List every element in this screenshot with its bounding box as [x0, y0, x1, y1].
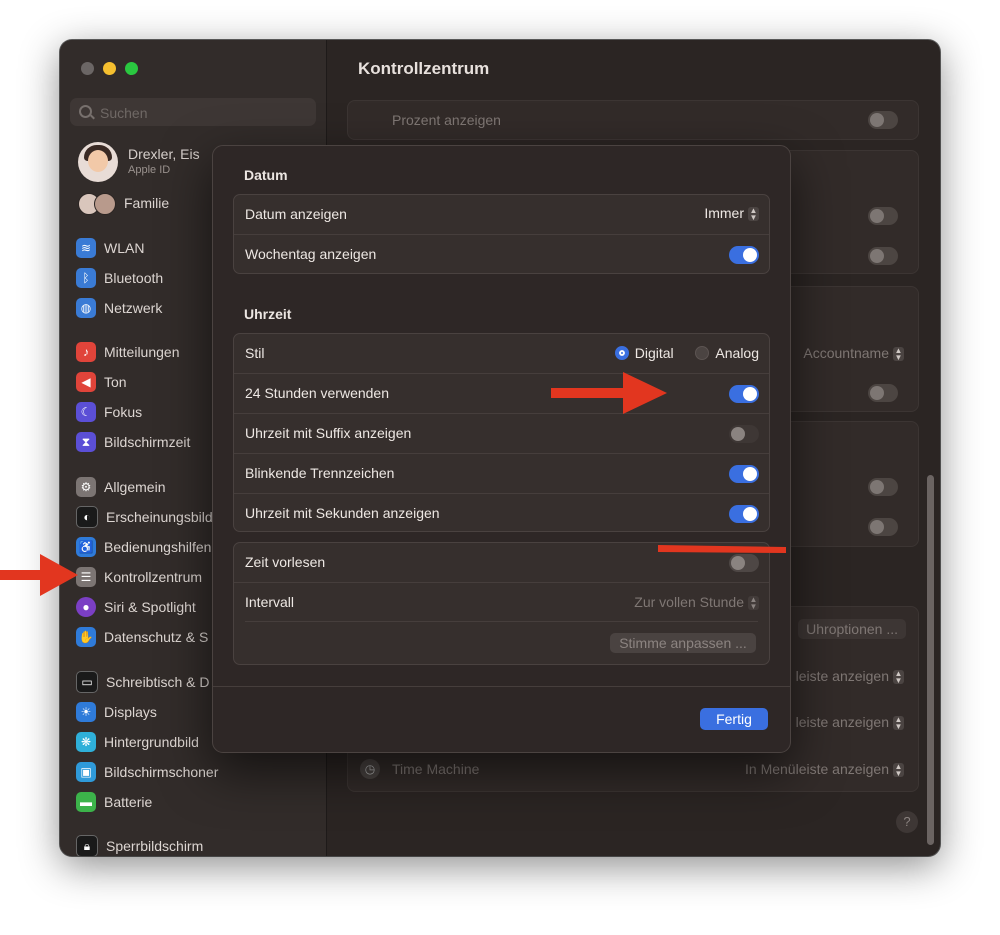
- zoom-window-button[interactable]: [125, 62, 138, 75]
- profile-name[interactable]: Drexler, Eis: [128, 146, 200, 162]
- interval-label: Intervall: [245, 594, 295, 610]
- globe-icon: ◍: [76, 298, 96, 318]
- use-24h-label: 24 Stunden verwenden: [245, 385, 389, 401]
- seconds-label: Uhrzeit mit Sekunden anzeigen: [245, 505, 440, 521]
- account-select[interactable]: Accountname ▲ ▼: [803, 345, 904, 363]
- help-button[interactable]: ?: [896, 811, 918, 833]
- close-window-button[interactable]: [81, 62, 94, 75]
- row-interval: Intervall Zur vollen Stunde ▲ ▼: [234, 582, 769, 623]
- screensaver-icon: ▣: [76, 762, 96, 782]
- done-button[interactable]: Fertig: [700, 708, 768, 730]
- seconds-toggle[interactable]: [729, 505, 759, 523]
- row-style: Stil Digital Analog: [234, 334, 769, 374]
- setting-toggle[interactable]: [868, 478, 898, 496]
- battery-icon: ▬: [76, 792, 96, 812]
- setting-toggle[interactable]: [868, 247, 898, 265]
- show-weekday-toggle[interactable]: [729, 246, 759, 264]
- moon-icon: ☾: [76, 402, 96, 422]
- appearance-icon: ◐: [76, 506, 98, 528]
- interval-select[interactable]: Zur vollen Stunde ▲ ▼: [634, 594, 759, 612]
- family-avatar-icon: [94, 193, 116, 215]
- radio-selected-icon: [614, 346, 629, 360]
- bluetooth-icon: ᛒ: [76, 268, 96, 288]
- setting-toggle[interactable]: [868, 384, 898, 402]
- sidebar-item-batterie[interactable]: ▬ Batterie: [76, 789, 321, 815]
- customize-voice-button[interactable]: Stimme anpassen ...: [610, 633, 756, 653]
- desktop-icon: ▭: [76, 671, 98, 693]
- sidebar-item-bildschirmschoner[interactable]: ▣ Bildschirmschoner: [76, 759, 321, 785]
- time-machine-icon: ◷: [360, 759, 380, 779]
- red-arrow-icon: [551, 372, 667, 414]
- row-seconds: Uhrzeit mit Sekunden anzeigen: [234, 493, 769, 534]
- time-machine-label: Time Machine: [392, 761, 480, 777]
- search-icon: [79, 105, 92, 118]
- wifi-icon: ≋: [76, 238, 96, 258]
- stepper-icon: ▲ ▼: [893, 669, 904, 686]
- blink-toggle[interactable]: [729, 465, 759, 483]
- percent-label: Prozent anzeigen: [392, 112, 501, 128]
- search-input[interactable]: [98, 98, 302, 128]
- display-icon: ☀: [76, 702, 96, 722]
- date-group: Datum anzeigen Immer ▲ ▼ Wochentag anzeige…: [233, 194, 770, 274]
- show-weekday-label: Wochentag anzeigen: [245, 246, 377, 262]
- red-arrow-icon: [0, 554, 78, 596]
- stepper-icon: ▲ ▼: [748, 595, 759, 612]
- red-line-icon: [658, 545, 786, 553]
- sidebar-item-familie[interactable]: Familie: [124, 195, 169, 211]
- row-show-date: Datum anzeigen Immer ▲ ▼: [234, 195, 769, 235]
- percent-toggle[interactable]: [868, 111, 898, 129]
- menu-bar-select[interactable]: leiste anzeigen ▲ ▼: [796, 714, 904, 732]
- lock-icon: 🔒︎: [76, 835, 98, 856]
- announce-toggle[interactable]: [729, 554, 759, 572]
- row-suffix: Uhrzeit mit Suffix anzeigen: [234, 413, 769, 454]
- hourglass-icon: ⧗: [76, 432, 96, 452]
- scrollbar[interactable]: [927, 475, 934, 845]
- bell-icon: ♪: [76, 342, 96, 362]
- use-24h-toggle[interactable]: [729, 385, 759, 403]
- stepper-icon: ▲ ▼: [893, 346, 904, 363]
- profile-subtitle: Apple ID: [128, 164, 171, 176]
- blink-label: Blinkende Trennzeichen: [245, 465, 395, 481]
- stepper-icon: ▲ ▼: [893, 762, 904, 779]
- suffix-label: Uhrzeit mit Suffix anzeigen: [245, 425, 412, 441]
- style-analog-radio[interactable]: Analog: [695, 345, 759, 361]
- suffix-toggle[interactable]: [729, 425, 759, 443]
- stepper-icon: ▲ ▼: [893, 715, 904, 732]
- setting-toggle[interactable]: [868, 518, 898, 536]
- page-title: Kontrollzentrum: [358, 59, 490, 78]
- clock-options-button[interactable]: Uhroptionen ...: [798, 619, 906, 639]
- stepper-icon: ▲ ▼: [748, 206, 759, 223]
- settings-group: Prozent anzeigen: [347, 100, 919, 140]
- radio-unselected-icon: [695, 346, 710, 360]
- time-machine-select[interactable]: In Menüleiste anzeigen ▲ ▼: [745, 761, 904, 779]
- gear-icon: ⚙: [76, 477, 96, 497]
- sidebar-item-sperrbildschirm[interactable]: 🔒︎ Sperrbildschirm: [76, 833, 321, 856]
- row-24h: 24 Stunden verwenden: [234, 373, 769, 414]
- row-blink: Blinkende Trennzeichen: [234, 453, 769, 494]
- setting-toggle[interactable]: [868, 207, 898, 225]
- style-digital-radio[interactable]: Digital: [614, 345, 674, 361]
- row-show-weekday: Wochentag anzeigen: [234, 234, 769, 275]
- clock-options-dialog: Datum Datum anzeigen Immer ▲ ▼ Wochentag a…: [212, 145, 791, 753]
- section-title-uhrzeit: Uhrzeit: [244, 306, 292, 322]
- search-field[interactable]: [70, 98, 316, 128]
- hand-icon: ✋: [76, 627, 96, 647]
- show-date-label: Datum anzeigen: [245, 206, 347, 222]
- announce-group: Zeit vorlesen Intervall Zur vollen Stund…: [233, 542, 770, 665]
- show-date-select[interactable]: Immer ▲ ▼: [704, 205, 759, 223]
- siri-icon: ●: [76, 597, 96, 617]
- minimize-window-button[interactable]: [103, 62, 116, 75]
- avatar[interactable]: [78, 142, 118, 182]
- announce-label: Zeit vorlesen: [245, 554, 326, 570]
- speaker-icon: ◀: [76, 372, 96, 392]
- time-group: Stil Digital Analog 24 Stunden verwenden…: [233, 333, 770, 532]
- menu-bar-select[interactable]: leiste anzeigen ▲ ▼: [796, 668, 904, 686]
- wallpaper-icon: ❋: [76, 732, 96, 752]
- section-title-datum: Datum: [244, 167, 288, 183]
- style-label: Stil: [245, 345, 265, 361]
